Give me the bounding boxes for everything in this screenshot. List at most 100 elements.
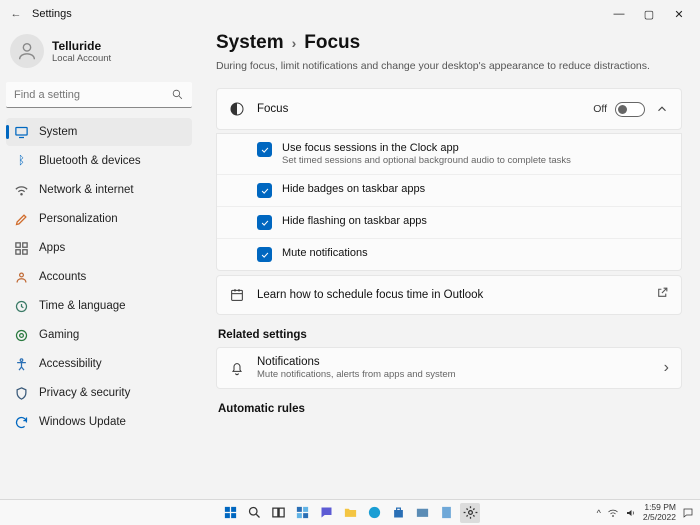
calendar-icon [229,287,245,303]
gaming-icon [14,328,29,343]
breadcrumb-current: Focus [304,32,360,54]
avatar [10,34,44,68]
wifi-icon [14,183,29,198]
checkbox-checked[interactable] [257,247,272,262]
focus-row[interactable]: Focus Off [217,89,681,129]
chat-icon[interactable] [316,503,336,523]
clock-icon [14,299,29,314]
explorer-icon[interactable] [340,503,360,523]
sidebar-item-label: Gaming [39,329,79,341]
checkbox-checked[interactable] [257,215,272,230]
taskbar-search-icon[interactable] [244,503,264,523]
back-button[interactable]: ← [6,8,26,20]
tray-volume-icon[interactable] [625,507,637,519]
apps-icon [14,241,29,256]
breadcrumb-parent[interactable]: System [216,32,284,54]
maximize-button[interactable]: ▢ [634,4,664,24]
taskbar: ^ 1:59 PM 2/5/2022 [0,499,700,525]
sidebar-item-label: Accounts [39,271,86,283]
tray-date: 2/5/2022 [643,513,676,522]
auto-heading: Automatic rules [218,403,682,415]
focus-title: Focus [257,103,288,115]
option-label: Mute notifications [282,247,368,259]
shield-icon [14,386,29,401]
option-label: Hide badges on taskbar apps [282,183,425,195]
option-hide-flashing[interactable]: Hide flashing on taskbar apps [217,206,681,238]
focus-icon [229,101,245,117]
notifications-row[interactable]: Notifications Mute notifications, alerts… [217,348,681,388]
sidebar-item-label: Privacy & security [39,387,130,399]
breadcrumb: System › Focus [216,32,682,54]
chevron-right-icon: › [292,35,297,51]
window-title: Settings [32,8,72,20]
sidebar-item-label: Bluetooth & devices [39,155,141,167]
bell-icon [229,360,245,376]
accessibility-icon [14,357,29,372]
notifications-desc: Mute notifications, alerts from apps and… [257,369,456,380]
system-icon [14,125,29,140]
task-view-icon[interactable] [268,503,288,523]
option-desc: Set timed sessions and optional backgrou… [282,155,571,166]
update-icon [14,415,29,430]
checkbox-checked[interactable] [257,142,272,157]
widgets-icon[interactable] [292,503,312,523]
focus-options: Use focus sessions in the Clock app Set … [216,133,682,271]
sidebar-item-privacy[interactable]: Privacy & security [6,379,192,407]
tray-clock[interactable]: 1:59 PM 2/5/2022 [643,503,676,522]
chevron-right-icon: › [664,359,669,377]
sidebar-item-gaming[interactable]: Gaming [6,321,192,349]
link-label: Learn how to schedule focus time in Outl… [257,289,483,301]
sidebar-item-bluetooth[interactable]: ᛒ Bluetooth & devices [6,147,192,175]
checkbox-checked[interactable] [257,183,272,198]
user-sub: Local Account [52,53,111,64]
search-input[interactable] [6,82,192,108]
tray-wifi-icon[interactable] [607,507,619,519]
sidebar-item-update[interactable]: Windows Update [6,408,192,436]
close-button[interactable]: ✕ [664,4,694,24]
tray-chevron-icon[interactable]: ^ [597,508,601,518]
edge-icon[interactable] [364,503,384,523]
nav-list: System ᛒ Bluetooth & devices Network & i… [6,118,192,436]
option-hide-badges[interactable]: Hide badges on taskbar apps [217,174,681,206]
focus-toggle[interactable] [615,102,645,117]
system-tray[interactable]: ^ 1:59 PM 2/5/2022 [597,503,694,522]
option-label: Use focus sessions in the Clock app [282,142,571,154]
notepad-icon[interactable] [436,503,456,523]
notifications-title: Notifications [257,356,456,368]
sidebar-item-accounts[interactable]: Accounts [6,263,192,291]
external-link-icon [656,286,669,304]
minimize-button[interactable]: — [604,4,634,24]
mail-icon[interactable] [412,503,432,523]
sidebar-item-accessibility[interactable]: Accessibility [6,350,192,378]
search-icon [171,88,184,101]
sidebar-item-personalization[interactable]: Personalization [6,205,192,233]
sidebar-item-label: System [39,126,77,138]
store-icon[interactable] [388,503,408,523]
user-block[interactable]: Telluride Local Account [6,32,192,76]
option-focus-sessions[interactable]: Use focus sessions in the Clock app Set … [217,133,681,174]
sidebar-item-system[interactable]: System [6,118,192,146]
sidebar-item-apps[interactable]: Apps [6,234,192,262]
page-description: During focus, limit notifications and ch… [216,60,682,72]
option-mute-notifications[interactable]: Mute notifications [217,238,681,270]
option-label: Hide flashing on taskbar apps [282,215,427,227]
tray-notification-icon[interactable] [682,507,694,519]
sidebar-item-time[interactable]: Time & language [6,292,192,320]
start-button[interactable] [220,503,240,523]
person-icon [16,40,38,62]
sidebar-item-label: Personalization [39,213,118,225]
related-heading: Related settings [218,329,682,341]
user-name: Telluride [52,39,111,53]
accounts-icon [14,270,29,285]
sidebar-item-label: Windows Update [39,416,126,428]
sidebar-item-label: Apps [39,242,65,254]
sidebar-item-label: Network & internet [39,184,134,196]
outlook-link[interactable]: Learn how to schedule focus time in Outl… [216,275,682,315]
sidebar: Telluride Local Account System ᛒ Bluetoo… [0,28,198,499]
sidebar-item-label: Time & language [39,300,126,312]
bluetooth-icon: ᛒ [14,154,29,169]
sidebar-item-network[interactable]: Network & internet [6,176,192,204]
main-content: System › Focus During focus, limit notif… [198,28,700,499]
settings-taskbar-icon[interactable] [460,503,480,523]
chevron-up-icon[interactable] [655,102,669,116]
